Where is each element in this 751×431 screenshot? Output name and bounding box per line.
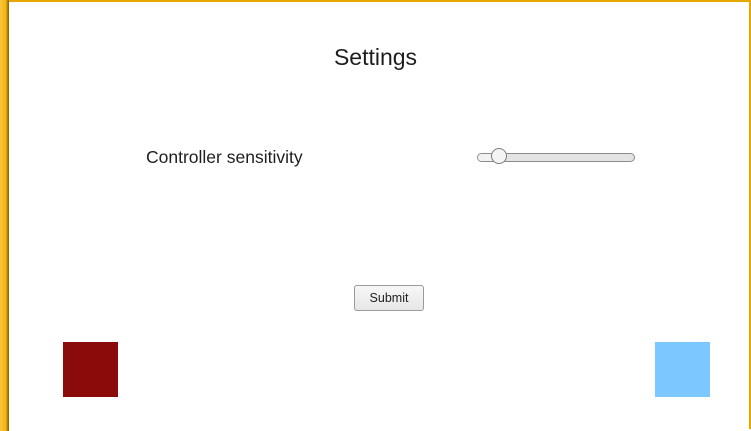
slider-thumb[interactable]	[491, 148, 507, 164]
submit-button[interactable]: Submit	[354, 285, 424, 311]
sensitivity-label: Controller sensitivity	[146, 147, 303, 167]
sensitivity-slider[interactable]	[477, 147, 635, 167]
blue-square	[655, 342, 710, 397]
red-square	[63, 342, 118, 397]
page-title: Settings	[333, 44, 418, 70]
